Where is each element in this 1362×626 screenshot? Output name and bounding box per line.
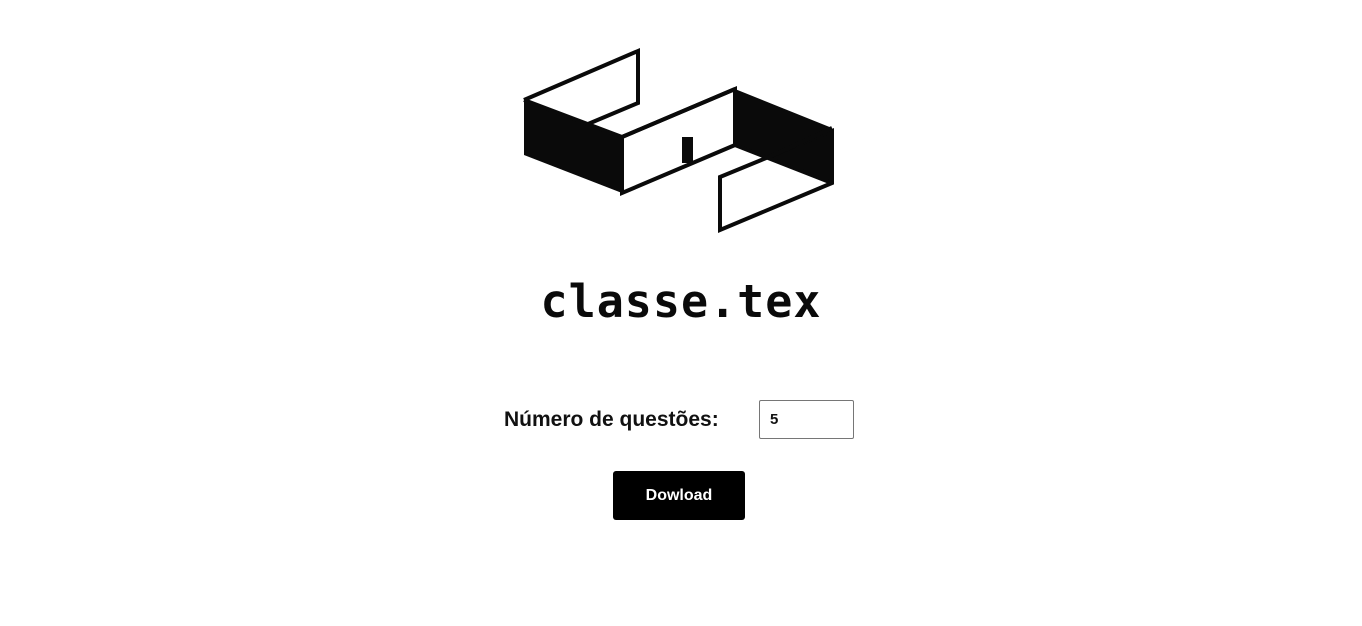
questions-form-row: Número de questões: (0, 400, 1362, 440)
questions-label: Número de questões: (504, 408, 719, 431)
download-button[interactable]: Dowload (613, 471, 745, 520)
brand-title: classe.tex (540, 275, 822, 328)
questions-count-input[interactable] (759, 400, 854, 439)
isometric-s-logo-icon (523, 47, 834, 234)
